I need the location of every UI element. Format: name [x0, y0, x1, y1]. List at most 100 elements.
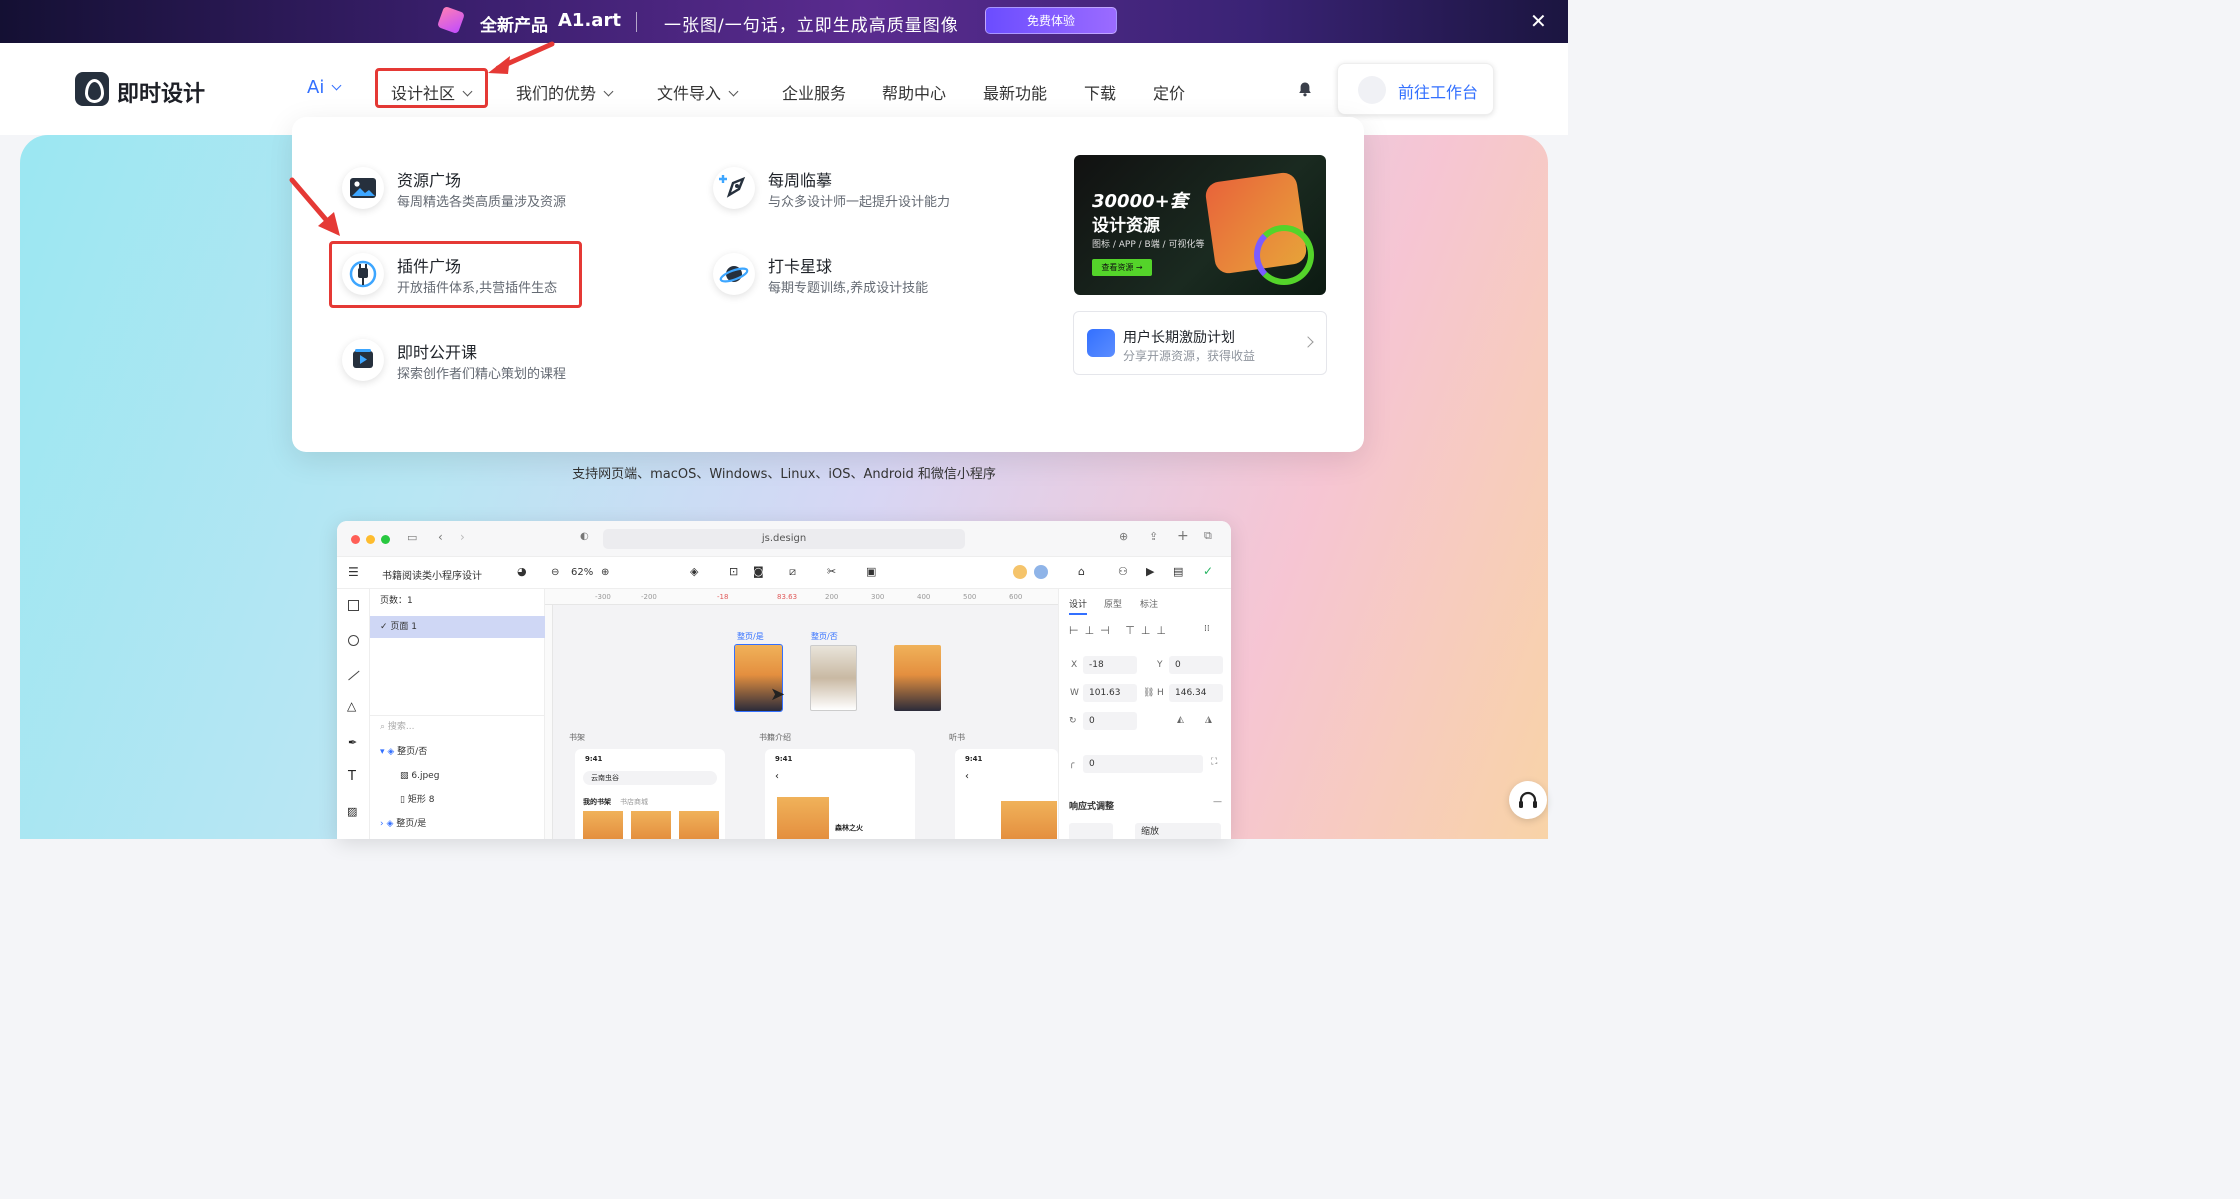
bell-icon[interactable]	[1297, 81, 1313, 97]
pages-count: 页数：1	[380, 596, 413, 606]
back-icon: ‹	[775, 771, 779, 782]
layer-row: ▯ 矩形 8	[370, 789, 545, 811]
view-resources-button[interactable]: 查看资源 →	[1092, 259, 1152, 276]
incentive-plan-card[interactable]: 用户长期激励计划 分享开源资源，获得收益	[1073, 311, 1327, 375]
w-label: W	[1070, 688, 1079, 698]
status-time: 9:41	[775, 755, 793, 763]
highlight-box	[329, 241, 582, 308]
nav-enterprise[interactable]: 企业服务	[782, 80, 846, 104]
browser-titlebar: ▭ ‹ › ◐ js.design ⊕ ⇪ + ⧉	[337, 521, 1231, 557]
promo-slogan: 一张图/一句话，立即生成高质量图像	[664, 16, 959, 36]
ruler-tick: 600	[1009, 593, 1023, 601]
book-cover	[631, 811, 671, 839]
free-trial-button[interactable]: 免费体验	[985, 7, 1117, 34]
layer-row: › ◈ 整页/是	[370, 813, 545, 835]
nav-file-import[interactable]: 文件导入	[657, 80, 739, 104]
resources-promo-card[interactable]: 30000+套 设计资源 图标 / APP / B端 / 可视化等 查看资源 →	[1074, 155, 1326, 295]
rectangle-tool-icon	[348, 600, 359, 611]
nav-download[interactable]: 下载	[1084, 80, 1116, 104]
promo-card-tags: 图标 / APP / B端 / 可视化等	[1092, 240, 1205, 250]
flip-v-icon: ◮	[1205, 715, 1212, 725]
page-label: 页面 1	[390, 622, 417, 632]
book-cover-thumb	[810, 645, 857, 711]
promo-divider	[636, 12, 637, 32]
chevron-down-icon	[603, 86, 614, 97]
book-title: 森林之火	[835, 824, 863, 832]
new-tab-icon: +	[1177, 528, 1189, 544]
menu-item-checkin-planet[interactable]: 打卡星球 每期专题训练,养成设计技能	[713, 253, 1013, 299]
pen-tool-icon: ✒	[348, 736, 358, 749]
nav-ai[interactable]: Ai	[307, 77, 342, 98]
layer-label: 整页/是	[396, 819, 427, 829]
promo-banner[interactable]: 全新产品 A1.art 一张图/一句话，立即生成高质量图像 免费体验 ✕	[0, 0, 1568, 43]
nav-new-features[interactable]: 最新功能	[983, 80, 1047, 104]
image-gallery-icon	[342, 167, 384, 209]
vertical-ruler	[545, 605, 553, 839]
close-icon[interactable]: ✕	[1530, 9, 1547, 33]
play-icon: ▶	[1146, 565, 1155, 578]
shield-icon: ◐	[580, 531, 589, 542]
promo-card-subline: 设计资源	[1092, 216, 1160, 236]
rectangle-icon: ▯	[400, 795, 408, 805]
status-time: 9:41	[965, 755, 983, 763]
properties-panel: 设计 原型 标注 ⊢⊥⊣ ⊤⊥⊥ ⁞⁞ X -18 Y 0 W 101.63 ⛓…	[1058, 589, 1231, 839]
shelf-search: 云南虫谷	[583, 771, 717, 785]
nav-file-import-label: 文件导入	[657, 84, 722, 103]
align-icons: ⊢⊥⊣ ⊤⊥⊥	[1069, 624, 1172, 637]
w-field: 101.63	[1083, 684, 1137, 702]
workbench-button[interactable]: 前往工作台	[1337, 63, 1494, 115]
logo-icon[interactable]	[75, 72, 109, 106]
menu-item-title: 资源广场	[397, 171, 462, 190]
phone-frame-audio: 9:41 ‹	[955, 749, 1058, 839]
collaborator-avatar	[1034, 565, 1048, 579]
nav-help[interactable]: 帮助中心	[882, 80, 946, 104]
tab-prototype: 原型	[1104, 600, 1123, 610]
frame-label: 整页/是	[737, 632, 764, 641]
menu-item-weekly-copy[interactable]: 每周临摹 与众多设计师一起提升设计能力	[713, 167, 1013, 213]
video-icon	[342, 339, 384, 381]
palette-icon: ◕	[517, 565, 527, 578]
nav-ai-label: Ai	[307, 77, 325, 98]
incentive-desc: 分享开源资源，获得收益	[1123, 349, 1256, 363]
chevron-right-icon	[1302, 336, 1314, 348]
menu-item-title: 打卡星球	[768, 257, 833, 276]
promo-product-name: A1.art	[558, 10, 621, 31]
team-icon: ⚇	[1118, 565, 1128, 578]
ruler-tick: -18	[717, 593, 729, 601]
book-cover	[679, 811, 719, 839]
layer-row: ▧ 6.jpeg	[370, 765, 545, 787]
annotation-arrow	[488, 41, 555, 74]
support-button[interactable]	[1509, 781, 1547, 819]
nav-advantages[interactable]: 我们的优势	[516, 80, 614, 104]
scissors-icon: ✂	[827, 565, 837, 578]
promo-card-headline: 30000+套	[1092, 191, 1188, 212]
boolean-icon: ⧄	[789, 565, 796, 578]
status-time: 9:41	[585, 755, 603, 763]
x-label: X	[1071, 660, 1078, 670]
highlight-box	[375, 68, 488, 108]
nav-pricing[interactable]: 定价	[1153, 80, 1185, 104]
component-icon: › ◈	[380, 819, 397, 829]
ruler-tick: 200	[825, 593, 839, 601]
close-dot	[351, 535, 360, 544]
menu-item-open-course[interactable]: 即时公开课 探索创作者们精心策划的课程	[342, 339, 642, 385]
ruler-tick: 400	[917, 593, 931, 601]
component-icon: ◈	[690, 565, 699, 578]
planet-icon	[713, 253, 755, 295]
incentive-logo-icon	[1087, 329, 1115, 357]
brand-name[interactable]: 即时设计	[117, 76, 205, 108]
radius-field: 0	[1083, 755, 1203, 773]
ellipse-tool-icon	[348, 635, 359, 646]
corner-radius-icon: ╭	[1069, 759, 1075, 769]
line-tool-icon	[348, 670, 360, 681]
menu-item-resource-plaza[interactable]: 资源广场 每周精选各类高质量涉及资源	[342, 167, 662, 213]
design-community-dropdown: 资源广场 每周精选各类高质量涉及资源 插件广场 开放插件体系,共营插件生态 即时…	[292, 117, 1364, 452]
independent-corners-icon: ⛶	[1211, 757, 1218, 767]
check-icon: ✓	[380, 622, 391, 632]
collaborator-avatar	[1013, 565, 1027, 579]
text-tool-icon: T	[348, 769, 356, 784]
flip-h-icon: ◭	[1177, 715, 1184, 725]
share-icon: ⇪	[1149, 530, 1159, 543]
book-cover	[777, 797, 829, 839]
layer-label: 矩形 8	[407, 795, 435, 805]
